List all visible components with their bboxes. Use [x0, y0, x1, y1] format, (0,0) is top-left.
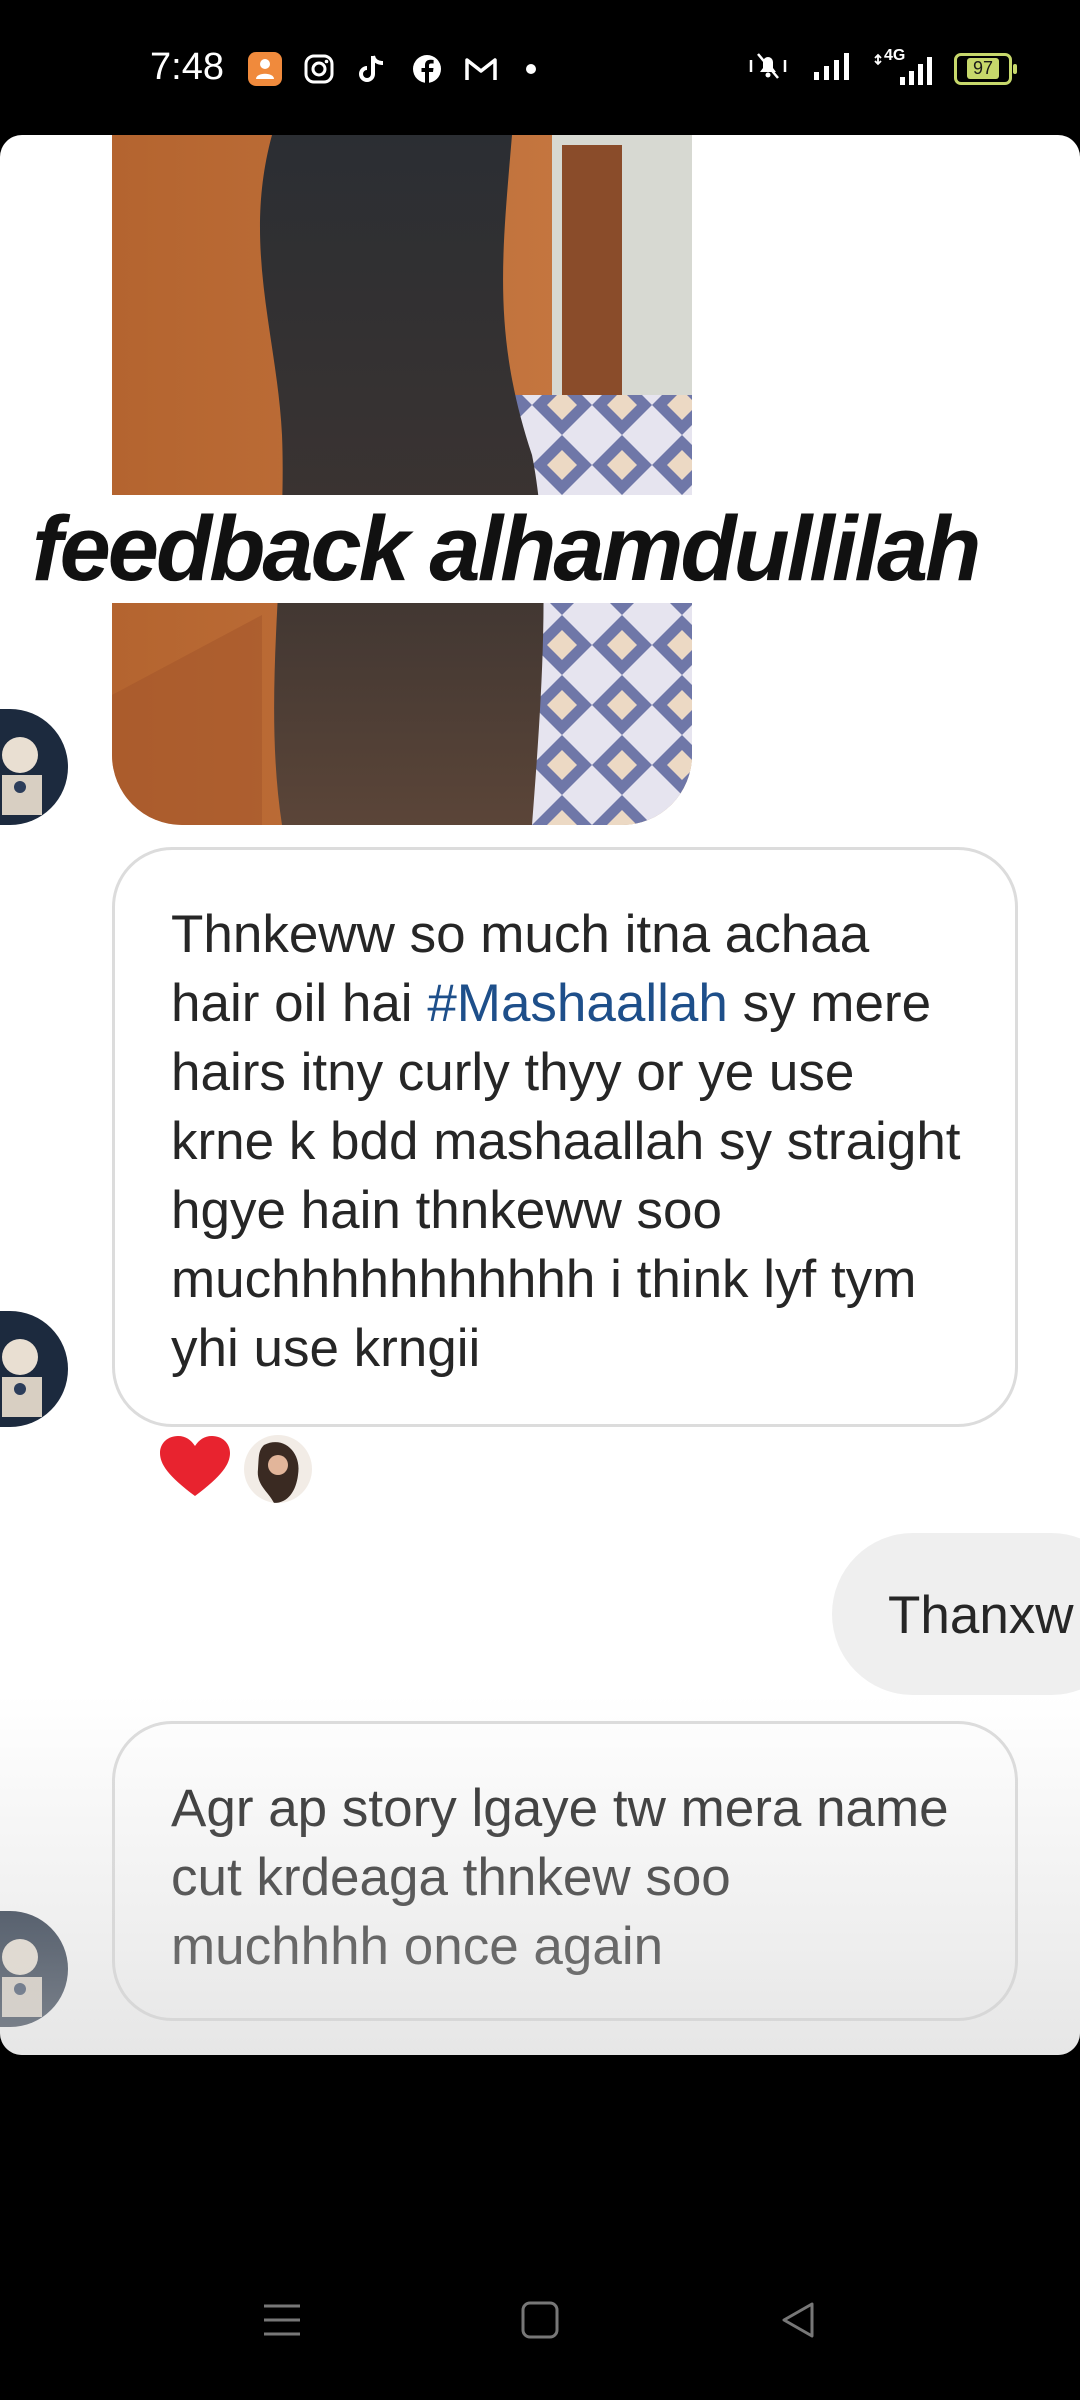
signal-icon [812, 50, 852, 87]
back-icon[interactable] [768, 2290, 828, 2350]
signal-4g-icon: 4G [874, 47, 932, 87]
message-text: sy mere hairs itny curly thyy or ye use … [171, 974, 961, 1378]
received-message: Agr ap story lgaye tw mera name cut krde… [112, 1721, 1018, 2021]
message-text: Thanxw [888, 1586, 1074, 1645]
hashtag-link[interactable]: #Mashaallah [427, 974, 728, 1033]
mute-vibrate-icon [746, 50, 790, 87]
message-reactions[interactable] [160, 1435, 312, 1503]
facebook-icon [410, 52, 444, 86]
sender-avatar[interactable] [0, 1911, 68, 2027]
tiktok-icon [356, 52, 390, 86]
sender-avatar[interactable] [0, 709, 68, 825]
message-text: Agr ap story lgaye tw mera name cut krde… [171, 1779, 949, 1976]
navigation-bar [0, 2290, 1080, 2400]
home-icon[interactable] [510, 2290, 570, 2350]
contact-icon [248, 52, 282, 86]
received-message: Thnkeww so much itna achaa hair oil hai … [112, 847, 1018, 1427]
heart-icon [160, 1435, 230, 1503]
sender-avatar[interactable] [0, 1311, 68, 1427]
battery-level: 97 [966, 58, 1000, 79]
reactor-avatar [244, 1435, 312, 1503]
status-time: 7:48 [150, 46, 224, 88]
sent-message: Thanxw [832, 1533, 1080, 1695]
battery-icon: 97 [954, 52, 1017, 85]
hair-photo [112, 135, 692, 825]
story-card[interactable]: feedback alhamdullilah Thnkeww so much i… [0, 135, 1080, 2055]
instagram-icon [302, 52, 336, 86]
menu-icon[interactable] [252, 2290, 312, 2350]
notification-dot-icon [526, 64, 536, 74]
gmail-icon [464, 52, 498, 86]
status-bar: 7:48 4G 97 [0, 0, 1080, 135]
story-caption: feedback alhamdullilah [32, 498, 981, 600]
